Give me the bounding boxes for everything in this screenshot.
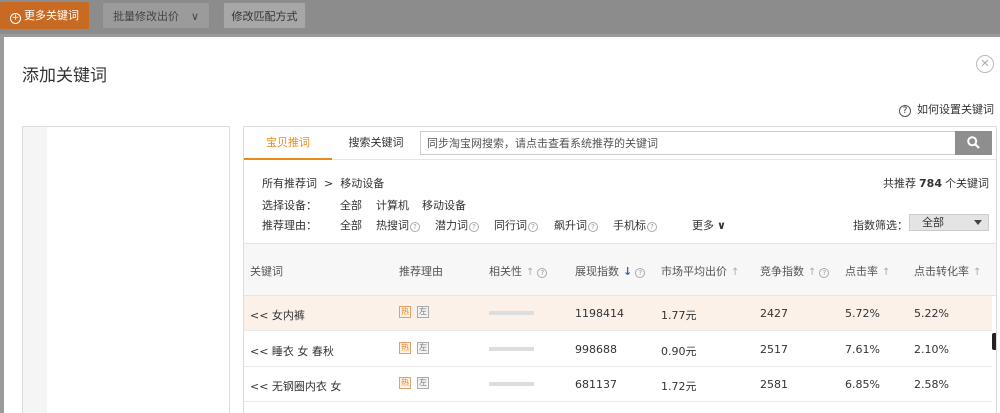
- avg-bid-cell: 1.77元: [661, 309, 697, 322]
- search-button[interactable]: [955, 131, 992, 155]
- selected-keywords-panel: [22, 126, 230, 413]
- column-avg-bid[interactable]: 市场平均出价 ↑: [661, 263, 739, 279]
- modify-match-button[interactable]: 修改匹配方式: [223, 2, 306, 29]
- device-filter-label: 选择设备：: [262, 199, 317, 212]
- reason-option-rising[interactable]: 飙升词?: [554, 217, 598, 233]
- ctr-cell: 7.61%: [845, 343, 880, 356]
- reason-option-hot[interactable]: 热搜词?: [376, 217, 420, 233]
- chevron-down-icon: ∨: [717, 219, 726, 232]
- hot-badge: 热: [399, 377, 411, 389]
- competition-cell: 2427: [760, 307, 788, 320]
- info-icon: ?: [537, 268, 548, 278]
- batch-modify-bid-dropdown[interactable]: 批量修改出价 ∨: [102, 2, 210, 29]
- breadcrumb-separator: >: [324, 177, 334, 190]
- more-reasons-toggle[interactable]: 更多 ∨: [692, 217, 726, 233]
- sort-down-icon[interactable]: ↓: [623, 265, 632, 278]
- device-filter: 选择设备： 全部 计算机 移动设备: [262, 197, 562, 213]
- tab-bar: 宝贝推词 搜索关键词: [244, 127, 996, 160]
- keyword-cell[interactable]: << 睡衣 女 春秋: [250, 343, 334, 359]
- info-icon: ?: [635, 268, 646, 278]
- info-icon: ?: [469, 222, 479, 232]
- reason-filter: 推荐理由： 全部 热搜词? 潜力词? 同行词? 飙升词? 手机标?: [262, 217, 682, 233]
- relevance-bar: [489, 311, 534, 315]
- device-option-mobile[interactable]: 移动设备: [422, 197, 466, 213]
- sort-up-icon[interactable]: ↑: [808, 267, 816, 278]
- column-relevance[interactable]: 相关性 ↑?: [489, 263, 548, 279]
- sort-up-icon[interactable]: ↑: [882, 267, 890, 278]
- total-count-value: 784: [919, 177, 942, 190]
- reason-filter-label: 推荐理由：: [262, 219, 317, 232]
- cvr-cell: 5.22%: [914, 307, 949, 320]
- device-option-all[interactable]: 全部: [340, 197, 362, 213]
- impressions-cell: 1198414: [575, 307, 624, 320]
- column-ctr[interactable]: 点击率 ↑: [845, 263, 890, 279]
- chevron-down-icon: ∨: [190, 10, 199, 23]
- reason-option-peer[interactable]: 同行词?: [494, 217, 538, 233]
- left-panel-strip: [23, 127, 47, 413]
- competition-cell: 2517: [760, 343, 788, 356]
- dialog-title: 添加关键词: [22, 66, 107, 86]
- close-icon[interactable]: ✕: [976, 55, 994, 73]
- hot-badge: 热: [399, 342, 411, 354]
- column-cvr[interactable]: 点击转化率 ↑: [914, 263, 981, 279]
- add-keyword-dialog: 添加关键词 ✕ ?如何设置关键词 宝贝推词 搜索关键词 所有推荐词 > 移动设备 共…: [4, 37, 1000, 413]
- help-link[interactable]: ? 如何设置关键词: [899, 101, 994, 117]
- relevance-bar: [489, 347, 534, 351]
- impressions-cell: 998688: [575, 343, 617, 356]
- breadcrumb-current: 移动设备: [340, 177, 385, 190]
- help-icon: ?: [899, 105, 911, 117]
- impressions-cell: 681137: [575, 378, 617, 391]
- hot-badge: 热: [399, 306, 411, 318]
- more-keywords-button[interactable]: + 更多关键词: [0, 2, 89, 29]
- avg-bid-cell: 1.72元: [661, 380, 697, 393]
- table-row[interactable]: << 睡衣 女 春秋 热左 998688 0.90元 2517 7.61% 2.10%: [244, 332, 992, 367]
- table-row[interactable]: << 无钢圈内衣 女 热左 681137 1.72元 2581 6.85% 2.58%: [244, 367, 992, 402]
- index-filter-select[interactable]: 全部: [909, 214, 989, 231]
- search-icon: [967, 136, 980, 149]
- total-count: 共推荐 784 个关键词: [883, 177, 989, 190]
- sort-up-icon[interactable]: ↑: [731, 267, 739, 278]
- table-header: 关键词 推荐理由 相关性 ↑? 展现指数 ↓? 市场平均出价 ↑ 竞争指数 ↑? 点击率…: [244, 243, 996, 296]
- cvr-cell: 2.58%: [914, 378, 949, 391]
- index-filter-label: 指数筛选：: [853, 219, 908, 232]
- info-icon: ?: [588, 222, 598, 232]
- column-reason: 推荐理由: [399, 265, 443, 278]
- breadcrumb: 所有推荐词 > 移动设备: [262, 175, 384, 191]
- keyword-cell[interactable]: << 女内裤: [250, 307, 305, 323]
- tab-item-recommend[interactable]: 宝贝推词: [244, 127, 332, 160]
- plus-icon: +: [10, 13, 21, 24]
- caret-down-icon: [974, 220, 982, 225]
- column-impressions[interactable]: 展现指数 ↓?: [575, 263, 646, 279]
- avg-bid-cell: 0.90元: [661, 345, 697, 358]
- tab-search-keyword[interactable]: 搜索关键词: [336, 127, 416, 160]
- breadcrumb-root[interactable]: 所有推荐词: [262, 177, 317, 190]
- sort-up-icon[interactable]: ↑: [973, 267, 981, 278]
- keyword-cell[interactable]: << 无钢圈内衣 女: [250, 378, 341, 394]
- reason-option-mobile[interactable]: 手机标?: [613, 217, 657, 233]
- ctr-cell: 5.72%: [845, 307, 880, 320]
- reason-option-all[interactable]: 全部: [340, 217, 362, 233]
- relevance-bar: [489, 382, 534, 386]
- column-keyword: 关键词: [250, 265, 283, 278]
- search-input[interactable]: [420, 131, 956, 155]
- ctr-cell: 6.85%: [845, 378, 880, 391]
- info-icon: ?: [647, 222, 657, 232]
- reason-option-potential[interactable]: 潜力词?: [435, 217, 479, 233]
- competition-cell: 2581: [760, 378, 788, 391]
- top-toolbar: + 更多关键词 批量修改出价 ∨ 修改匹配方式: [0, 0, 1000, 34]
- left-badge: 左: [417, 306, 429, 318]
- recommend-panel: 宝贝推词 搜索关键词 所有推荐词 > 移动设备 共推荐784个关键词 选择设备： 全…: [243, 126, 997, 413]
- info-icon: ?: [410, 222, 420, 232]
- column-competition[interactable]: 竞争指数 ↑?: [760, 263, 830, 279]
- left-badge: 左: [417, 342, 429, 354]
- sort-up-icon[interactable]: ↑: [526, 267, 534, 278]
- device-option-pc[interactable]: 计算机: [376, 197, 409, 213]
- left-badge: 左: [417, 377, 429, 389]
- table-row[interactable]: << 女内裤 热左 1198414 1.77元 2427 5.72% 5.22%: [244, 296, 992, 331]
- cvr-cell: 2.10%: [914, 343, 949, 356]
- info-icon: ?: [528, 222, 538, 232]
- info-icon: ?: [819, 268, 830, 278]
- scrollbar-thumb[interactable]: [992, 333, 996, 350]
